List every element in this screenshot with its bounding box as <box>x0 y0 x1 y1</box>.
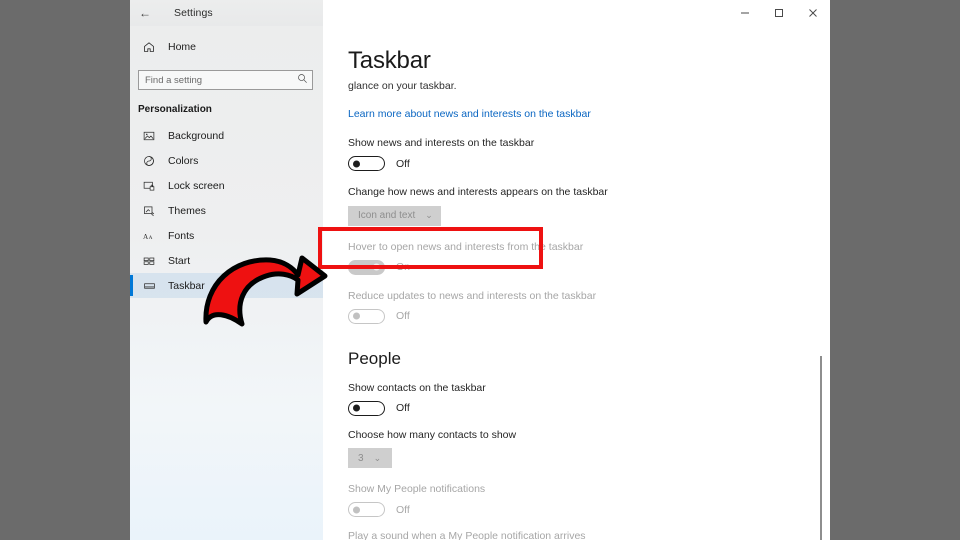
search-icon[interactable] <box>294 73 308 87</box>
news-appearance-setting: Change how news and interests appears on… <box>348 186 800 226</box>
toggle-knob <box>353 312 360 320</box>
reduce-updates-toggle[interactable] <box>348 308 385 324</box>
search-container <box>130 62 323 90</box>
title-bar: ← Settings <box>130 0 830 26</box>
sidebar-label-fonts: Fonts <box>168 229 195 242</box>
people-sound-label: Play a sound when a My People notificati… <box>348 530 586 540</box>
search-input[interactable] <box>145 74 294 86</box>
hover-open-toggle-row: On <box>348 259 800 275</box>
toggle-knob <box>353 160 360 168</box>
taskbar-icon <box>138 280 160 292</box>
palette-icon <box>138 155 160 167</box>
chevron-down-icon: ⌄ <box>373 452 382 463</box>
sidebar-item-start[interactable]: Start <box>130 248 323 273</box>
sidebar-label-lock-screen: Lock screen <box>168 179 225 192</box>
lock-screen-icon <box>138 180 160 192</box>
show-contacts-state: Off <box>396 402 410 415</box>
close-button[interactable] <box>796 0 830 26</box>
contact-count-setting: Choose how many contacts to show 3 ⌄ <box>348 429 800 469</box>
sidebar-label-taskbar: Taskbar <box>168 279 205 292</box>
sidebar-item-background[interactable]: Background <box>130 123 323 148</box>
toggle-knob <box>373 263 380 271</box>
sidebar-item-colors[interactable]: Colors <box>130 148 323 173</box>
home-icon <box>138 41 160 53</box>
sidebar-category-title: Personalization <box>138 104 212 115</box>
people-notifications-toggle[interactable] <box>348 502 385 518</box>
news-appearance-dropdown[interactable]: Icon and text ⌄ <box>348 205 441 226</box>
sidebar-item-themes[interactable]: Themes <box>130 198 323 223</box>
people-notifications-state: Off <box>396 503 410 516</box>
sidebar-item-lock-screen[interactable]: Lock screen <box>130 173 323 198</box>
content-inner: Taskbar glance on your taskbar. Learn mo… <box>323 48 830 540</box>
contact-count-value: 3 <box>358 452 364 464</box>
people-notifications-label: Show My People notifications <box>348 483 486 496</box>
hover-open-state: On <box>396 261 411 274</box>
reduce-updates-setting: Reduce updates to news and interests on … <box>348 290 800 324</box>
close-icon <box>809 9 817 17</box>
minimize-button[interactable] <box>728 0 762 26</box>
reduce-updates-state: Off <box>396 310 410 323</box>
hover-open-label: Hover to open news and interests from th… <box>348 240 584 253</box>
start-icon <box>138 255 160 267</box>
people-notifications-toggle-row: Off <box>348 502 800 518</box>
toggle-knob <box>353 404 360 412</box>
svg-text:A: A <box>148 234 152 240</box>
hover-open-setting: Hover to open news and interests from th… <box>348 241 800 275</box>
show-news-label: Show news and interests on the taskbar <box>348 137 535 150</box>
contact-count-dropdown[interactable]: 3 ⌄ <box>348 448 392 469</box>
hover-open-toggle[interactable] <box>348 259 385 275</box>
show-contacts-setting: Show contacts on the taskbar Off <box>348 382 800 416</box>
sidebar-label-start: Start <box>168 254 191 267</box>
content-scrollbar[interactable] <box>818 26 824 540</box>
minimize-icon <box>741 12 749 14</box>
window-controls <box>728 0 830 26</box>
page-subtitle: glance on your taskbar. <box>348 80 457 93</box>
sidebar: Home Personalization <box>130 26 323 540</box>
content-pane: Taskbar glance on your taskbar. Learn mo… <box>323 26 830 540</box>
sidebar-label-colors: Colors <box>168 154 199 167</box>
maximize-button[interactable] <box>762 0 796 26</box>
sidebar-label-themes: Themes <box>168 204 206 217</box>
show-news-setting: Show news and interests on the taskbar O… <box>348 137 800 172</box>
show-contacts-toggle-row: Off <box>348 400 800 416</box>
window-body: Home Personalization <box>130 26 830 540</box>
image-icon <box>138 130 160 142</box>
sidebar-item-fonts[interactable]: A A Fonts <box>130 223 323 248</box>
scrollbar-thumb[interactable] <box>820 356 822 540</box>
search-box[interactable] <box>138 70 313 90</box>
sidebar-item-home[interactable]: Home <box>130 32 323 62</box>
learn-more-link[interactable]: Learn more about news and interests on t… <box>348 108 591 120</box>
title-bar-left: ← Settings <box>130 0 323 26</box>
chevron-down-icon: ⌄ <box>425 210 433 221</box>
maximize-icon <box>775 9 783 17</box>
sidebar-label-background: Background <box>168 129 225 142</box>
reduce-updates-label: Reduce updates to news and interests on … <box>348 289 597 302</box>
window-title: Settings <box>174 7 213 19</box>
news-appearance-value: Icon and text <box>358 210 416 222</box>
people-sound-setting: Play a sound when a My People notificati… <box>348 530 800 540</box>
show-contacts-toggle[interactable] <box>348 400 385 416</box>
contact-count-label: Choose how many contacts to show <box>348 428 517 441</box>
page-title: Taskbar <box>348 47 431 74</box>
sidebar-home-label: Home <box>168 41 197 53</box>
show-contacts-label: Show contacts on the taskbar <box>348 381 486 394</box>
sidebar-nav-list: Background Colors Lock screen Themes A A… <box>130 123 323 298</box>
back-arrow-icon[interactable]: ← <box>130 0 160 26</box>
people-notifications-setting: Show My People notifications Off <box>348 483 800 518</box>
toggle-knob <box>353 506 360 514</box>
news-appearance-label: Change how news and interests appears on… <box>348 186 608 199</box>
reduce-updates-toggle-row: Off <box>348 308 800 324</box>
settings-window: ← Settings Home Find a setting Personali… <box>130 0 830 540</box>
show-news-state: Off <box>396 157 410 170</box>
themes-icon <box>138 205 160 217</box>
fonts-icon: A A <box>138 230 160 242</box>
sidebar-item-taskbar[interactable]: Taskbar <box>130 273 323 298</box>
show-news-toggle-row: Off <box>348 156 800 172</box>
people-section-heading: People <box>348 348 401 368</box>
show-news-toggle[interactable] <box>348 156 385 172</box>
